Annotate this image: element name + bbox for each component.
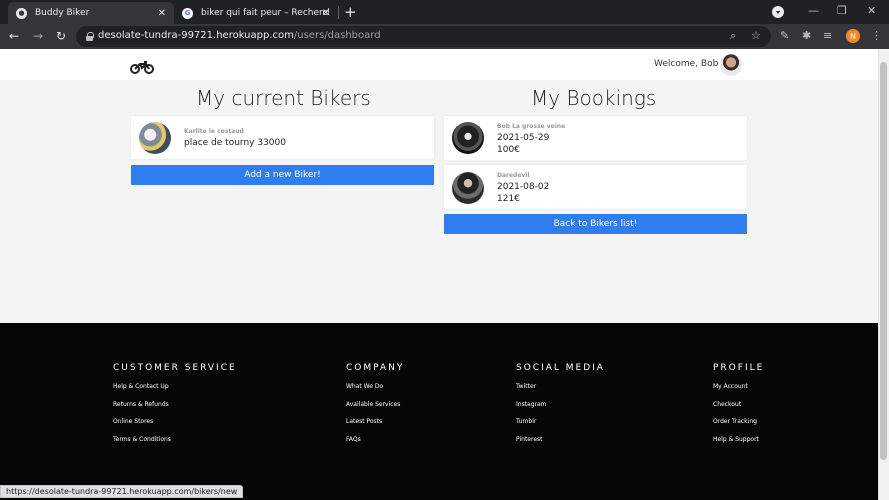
browser-toolbar: ← → ↻ desolate-tundra-99721.herokuapp.co… (0, 24, 889, 49)
bookmark-star-icon[interactable]: ☆ (751, 29, 761, 42)
close-tab-icon[interactable]: ✕ (322, 8, 330, 19)
welcome-text: Welcome, Bob (654, 59, 719, 69)
footer-link[interactable]: Instagram (516, 401, 605, 419)
booking-price: 100€ (497, 145, 520, 155)
footer-link[interactable]: Returns & Refunds (113, 401, 237, 419)
address-url: desolate-tundra-99721.herokuapp.com/user… (98, 30, 381, 41)
footer-heading: SOCIAL MEDIA (516, 363, 605, 373)
google-icon: G (182, 7, 193, 19)
site-navbar: Welcome, Bob (0, 49, 878, 80)
footer-link[interactable]: Terms & Conditions (113, 436, 237, 454)
zoom-icon[interactable]: ⌕ (730, 29, 736, 43)
browser-tab-bar: ● Buddy Biker ✕ G biker qui fait peur – … (0, 0, 889, 24)
footer-link[interactable]: My Account (713, 383, 764, 401)
footer-heading: PROFILE (713, 363, 765, 373)
footer-company: COMPANY What We Do Available Services La… (346, 363, 404, 453)
profile-avatar[interactable]: N (846, 29, 860, 43)
back-arrow-icon[interactable]: ← (9, 29, 19, 43)
footer-link[interactable]: Help & Support (713, 436, 764, 454)
close-tab-icon[interactable]: ✕ (158, 8, 166, 19)
tab-separator (338, 6, 339, 19)
bookings-title: My Bookings (531, 86, 657, 110)
booking-biker-name: Bob La grosse veine (497, 123, 566, 130)
footer-link[interactable]: Order Tracking (713, 418, 764, 436)
booking-biker-name: Daredevil (497, 172, 530, 179)
extensions-puzzle-icon[interactable]: ✱ (802, 29, 811, 42)
link-status-bar: https://desolate-tundra-99721.herokuapp.… (0, 485, 244, 498)
biker-address: place de tourny 33000 (184, 138, 286, 148)
add-biker-button[interactable]: Add a new Biker! (131, 165, 434, 185)
booking-price: 121€ (497, 194, 520, 204)
globe-icon: ● (16, 7, 27, 19)
biker-photo (139, 122, 171, 154)
footer-link[interactable]: Available Services (346, 401, 404, 419)
bikers-title: My current Bikers (196, 86, 371, 110)
page-viewport: Welcome, Bob My current Bikers Karlito l… (0, 49, 878, 500)
footer-link[interactable]: Tumblr (516, 418, 605, 436)
motorbike-logo-icon[interactable] (130, 59, 154, 74)
footer-customer-service: CUSTOMER SERVICE Help & Contact Up Retur… (113, 363, 237, 453)
footer-link[interactable]: What We Do (346, 383, 404, 401)
tab-google-search[interactable]: G biker qui fait peur – Recherche G ✕ (174, 2, 338, 24)
address-bar[interactable]: desolate-tundra-99721.herokuapp.com/user… (76, 26, 771, 47)
close-window-icon[interactable]: ✕ (867, 4, 876, 17)
media-queue-icon[interactable]: ≡ (823, 29, 832, 42)
booking-card[interactable]: Daredevil 2021-08-02 121€ (444, 165, 747, 209)
biker-name: Karlito le costaud (184, 128, 244, 135)
booking-card[interactable]: Bob La grosse veine 2021-05-29 100€ (444, 116, 747, 160)
footer-link[interactable]: Checkout (713, 401, 764, 419)
footer-link[interactable]: Pinterest (516, 436, 605, 454)
footer-social-media: SOCIAL MEDIA Twitter Instagram Tumblr Pi… (516, 363, 605, 453)
scrollbar-thumb[interactable] (880, 62, 887, 460)
restore-icon[interactable]: ❐ (837, 4, 847, 17)
biker-card[interactable]: Karlito le costaud place de tourny 33000 (131, 116, 434, 159)
booking-date: 2021-08-02 (497, 182, 550, 192)
tab-title: biker qui fait peur – Recherche G (201, 8, 329, 18)
site-footer: CUSTOMER SERVICE Help & Contact Up Retur… (0, 323, 878, 500)
footer-heading: CUSTOMER SERVICE (113, 363, 237, 373)
forward-arrow-icon[interactable]: → (33, 29, 43, 43)
tab-buddy-biker[interactable]: ● Buddy Biker ✕ (8, 2, 174, 24)
footer-link[interactable]: Twitter (516, 383, 605, 401)
footer-profile: PROFILE My Account Checkout Order Tracki… (713, 363, 764, 453)
minimize-icon[interactable]: — (808, 4, 819, 17)
footer-link[interactable]: FAQs (346, 436, 404, 454)
reload-icon[interactable]: ↻ (56, 29, 66, 43)
footer-link[interactable]: Online Stores (113, 418, 237, 436)
user-avatar[interactable] (720, 54, 742, 76)
booking-photo (452, 172, 484, 204)
footer-heading: COMPANY (346, 363, 405, 373)
footer-link[interactable]: Latest Posts (346, 418, 404, 436)
new-tab-icon[interactable]: + (344, 3, 357, 21)
booking-photo (452, 122, 484, 154)
tab-title: Buddy Biker (35, 8, 90, 18)
kebab-menu-icon[interactable]: ⋮ (871, 29, 882, 42)
pen-extension-icon[interactable]: ✎ (780, 29, 789, 42)
footer-link[interactable]: Help & Contact Up (113, 383, 237, 401)
back-to-bikers-button[interactable]: Back to Bikers list! (444, 214, 747, 234)
tab-search-icon[interactable] (772, 6, 784, 18)
booking-date: 2021-05-29 (497, 133, 550, 143)
lock-icon (86, 32, 94, 41)
